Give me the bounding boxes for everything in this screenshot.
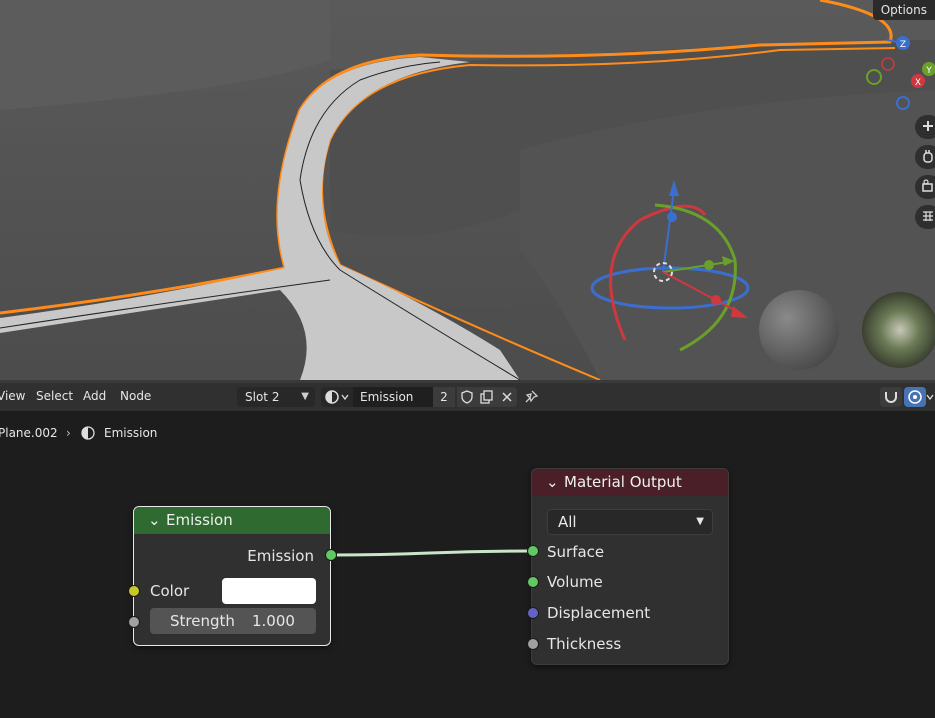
volume-input-socket[interactable] [527,576,539,588]
surface-input-socket[interactable] [527,545,539,557]
target-select-value: All [558,513,577,531]
target-select[interactable]: All ▼ [547,509,713,535]
surface-input-label: Surface [547,543,605,561]
displacement-input-socket[interactable] [527,607,539,619]
material-output-node[interactable]: ⌄ Material Output All ▼ Surface Volume Di… [531,468,729,665]
strength-label: Strength [170,612,235,630]
color-swatch-field[interactable] [222,578,316,604]
thickness-input-socket[interactable] [527,638,539,650]
chevron-down-icon[interactable]: ⌄ [546,469,560,496]
strength-value: 1.000 [252,612,295,630]
thickness-input-label: Thickness [547,635,622,653]
material-output-node-header[interactable]: ⌄ Material Output [532,469,728,496]
emission-node-header[interactable]: ⌄ Emission [134,507,330,534]
displacement-input-label: Displacement [547,604,651,622]
strength-input-socket[interactable] [128,616,140,628]
strength-field[interactable]: Strength 1.000 [150,608,316,634]
emission-output-socket[interactable] [325,549,337,561]
color-input-label: Color [150,582,190,600]
chevron-down-icon[interactable]: ⌄ [148,507,162,534]
volume-input-label: Volume [547,573,603,591]
chevron-down-icon: ▼ [696,516,704,527]
material-output-node-title: Material Output [564,473,682,491]
node-link[interactable] [329,549,533,557]
emission-output-label: Emission [247,547,314,565]
emission-node-title: Emission [166,511,233,529]
color-input-socket[interactable] [128,585,140,597]
emission-node[interactable]: ⌄ Emission Emission Color Strength 1.000 [133,506,331,646]
